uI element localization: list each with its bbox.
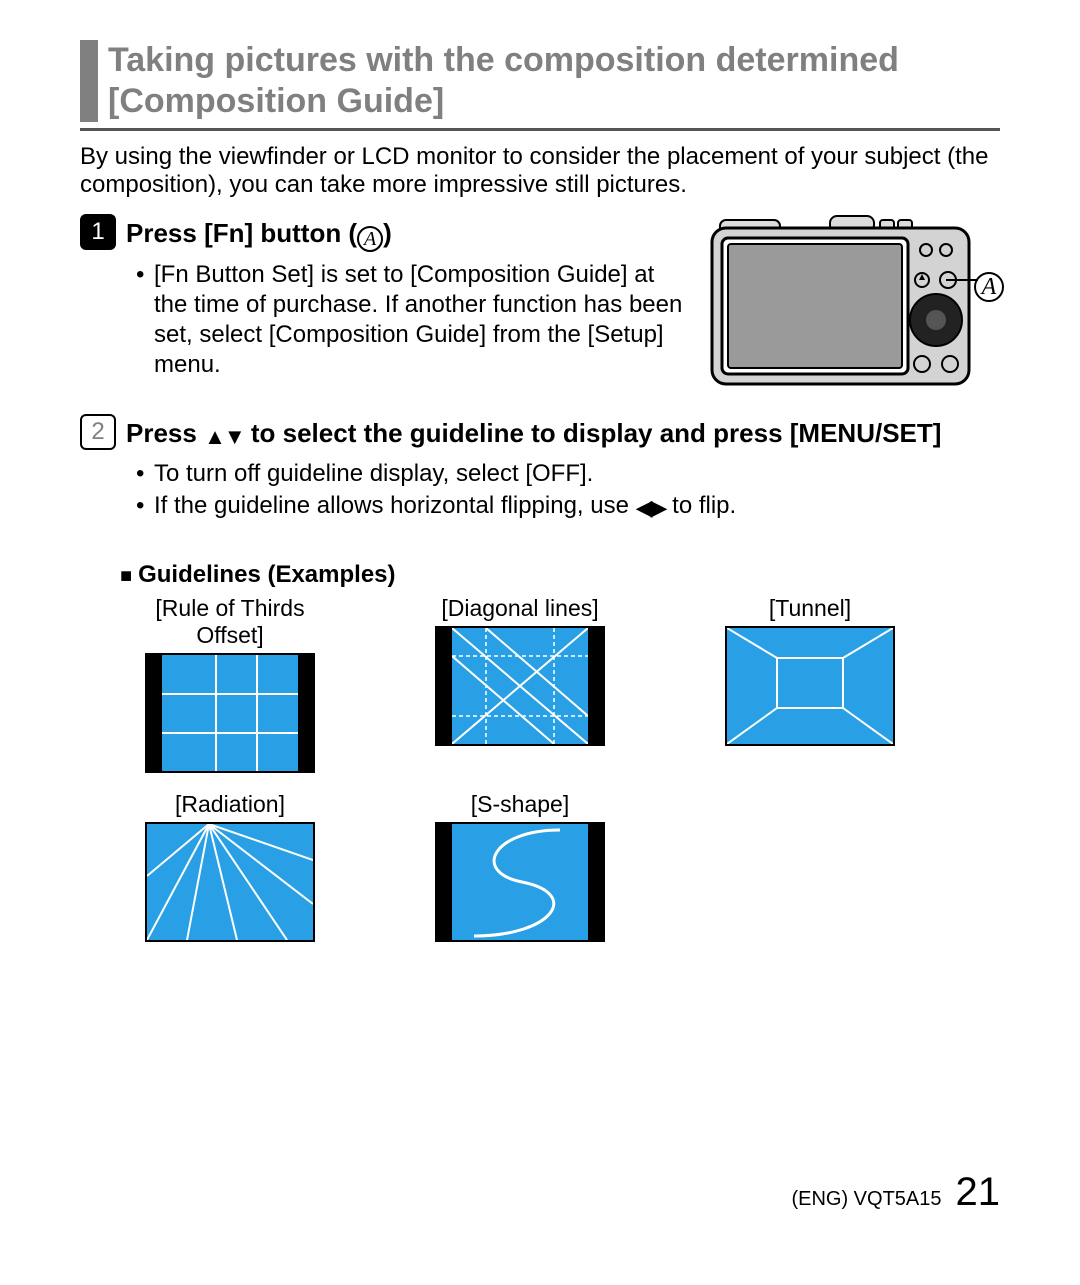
footer-page-number: 21 xyxy=(956,1170,1001,1215)
footer-doc-code: (ENG) VQT5A15 xyxy=(791,1188,941,1211)
step-2-number: 2 xyxy=(91,418,104,446)
example-4-figure xyxy=(145,822,315,942)
guidelines-section-label: ■ Guidelines (Examples) xyxy=(120,561,1000,589)
title-accent-bar xyxy=(80,40,98,122)
example-2-figure xyxy=(435,626,605,746)
intro-paragraph: By using the viewfinder or LCD monitor t… xyxy=(80,143,1000,201)
tunnel-icon xyxy=(727,628,893,744)
step-2-head-prefix: Press xyxy=(126,418,204,448)
page-footer: (ENG) VQT5A15 21 xyxy=(791,1170,1000,1215)
example-5-figure xyxy=(435,822,605,942)
step-1-bullet-1: [Fn Button Set] is set to [Composition G… xyxy=(140,260,690,380)
camera-label-a-text: A xyxy=(982,274,997,301)
guidelines-label-text: Guidelines (Examples) xyxy=(138,561,395,588)
diagonal-lines-icon xyxy=(452,628,588,744)
circled-a-inline-icon: A xyxy=(357,226,383,252)
step-1-body: [Fn Button Set] is set to [Composition G… xyxy=(126,260,690,380)
example-1-figure xyxy=(145,653,315,773)
left-right-arrow-icon: ◀▶ xyxy=(636,494,666,522)
example-4-label: [Radiation] xyxy=(120,791,340,818)
step-1-head-suffix: ) xyxy=(383,218,392,248)
example-1-label: [Rule of Thirds Offset] xyxy=(120,595,340,649)
title-text: Taking pictures with the composition det… xyxy=(108,40,1000,122)
step-1-number: 1 xyxy=(91,218,104,246)
camera-illustration: A xyxy=(710,214,1000,394)
step-2-bullet-1: To turn off guideline display, select [O… xyxy=(140,459,1000,489)
step-1-head-prefix: Press [Fn] button ( xyxy=(126,218,357,248)
example-s-shape: [S-shape] xyxy=(410,791,630,942)
step-2-bullet-2-prefix: If the guideline allows horizontal flipp… xyxy=(154,492,636,519)
page-title: Taking pictures with the composition det… xyxy=(80,40,1000,131)
step-2-bullet-2: If the guideline allows horizontal flipp… xyxy=(140,491,1000,522)
example-diagonal-lines: [Diagonal lines] xyxy=(410,595,630,773)
example-3-figure xyxy=(725,626,895,746)
camera-label-a-icon: A xyxy=(974,272,1004,302)
rule-of-thirds-icon xyxy=(162,655,298,771)
up-down-arrow-icon: ▲▼ xyxy=(204,424,244,450)
step-2-head-mid: to select the guideline to display and p… xyxy=(244,418,942,448)
step-2-badge: 2 xyxy=(80,414,116,450)
radiation-icon xyxy=(147,824,313,940)
example-radiation: [Radiation] xyxy=(120,791,340,942)
step-1: 1 Press [Fn] button (A) [Fn Button Set] … xyxy=(80,214,1000,394)
step-2-body: To turn off guideline display, select [O… xyxy=(126,459,1000,522)
step-2-heading: Press ▲▼ to select the guideline to disp… xyxy=(126,414,941,450)
example-3-label: [Tunnel] xyxy=(700,595,920,622)
example-2-label: [Diagonal lines] xyxy=(410,595,630,622)
step-2: 2 Press ▲▼ to select the guideline to di… xyxy=(80,414,1000,521)
square-bullet-icon: ■ xyxy=(120,565,132,587)
s-shape-icon xyxy=(452,824,588,940)
example-rule-of-thirds: [Rule of Thirds Offset] xyxy=(120,595,340,773)
guidelines-examples: [Rule of Thirds Offset] [Diagonal lines] xyxy=(120,595,1000,942)
example-5-label: [S-shape] xyxy=(410,791,630,818)
step-2-bullet-2-suffix: to flip. xyxy=(665,492,736,519)
step-1-badge: 1 xyxy=(80,214,116,250)
example-tunnel: [Tunnel] xyxy=(700,595,920,773)
step-1-heading: Press [Fn] button (A) xyxy=(126,214,392,252)
